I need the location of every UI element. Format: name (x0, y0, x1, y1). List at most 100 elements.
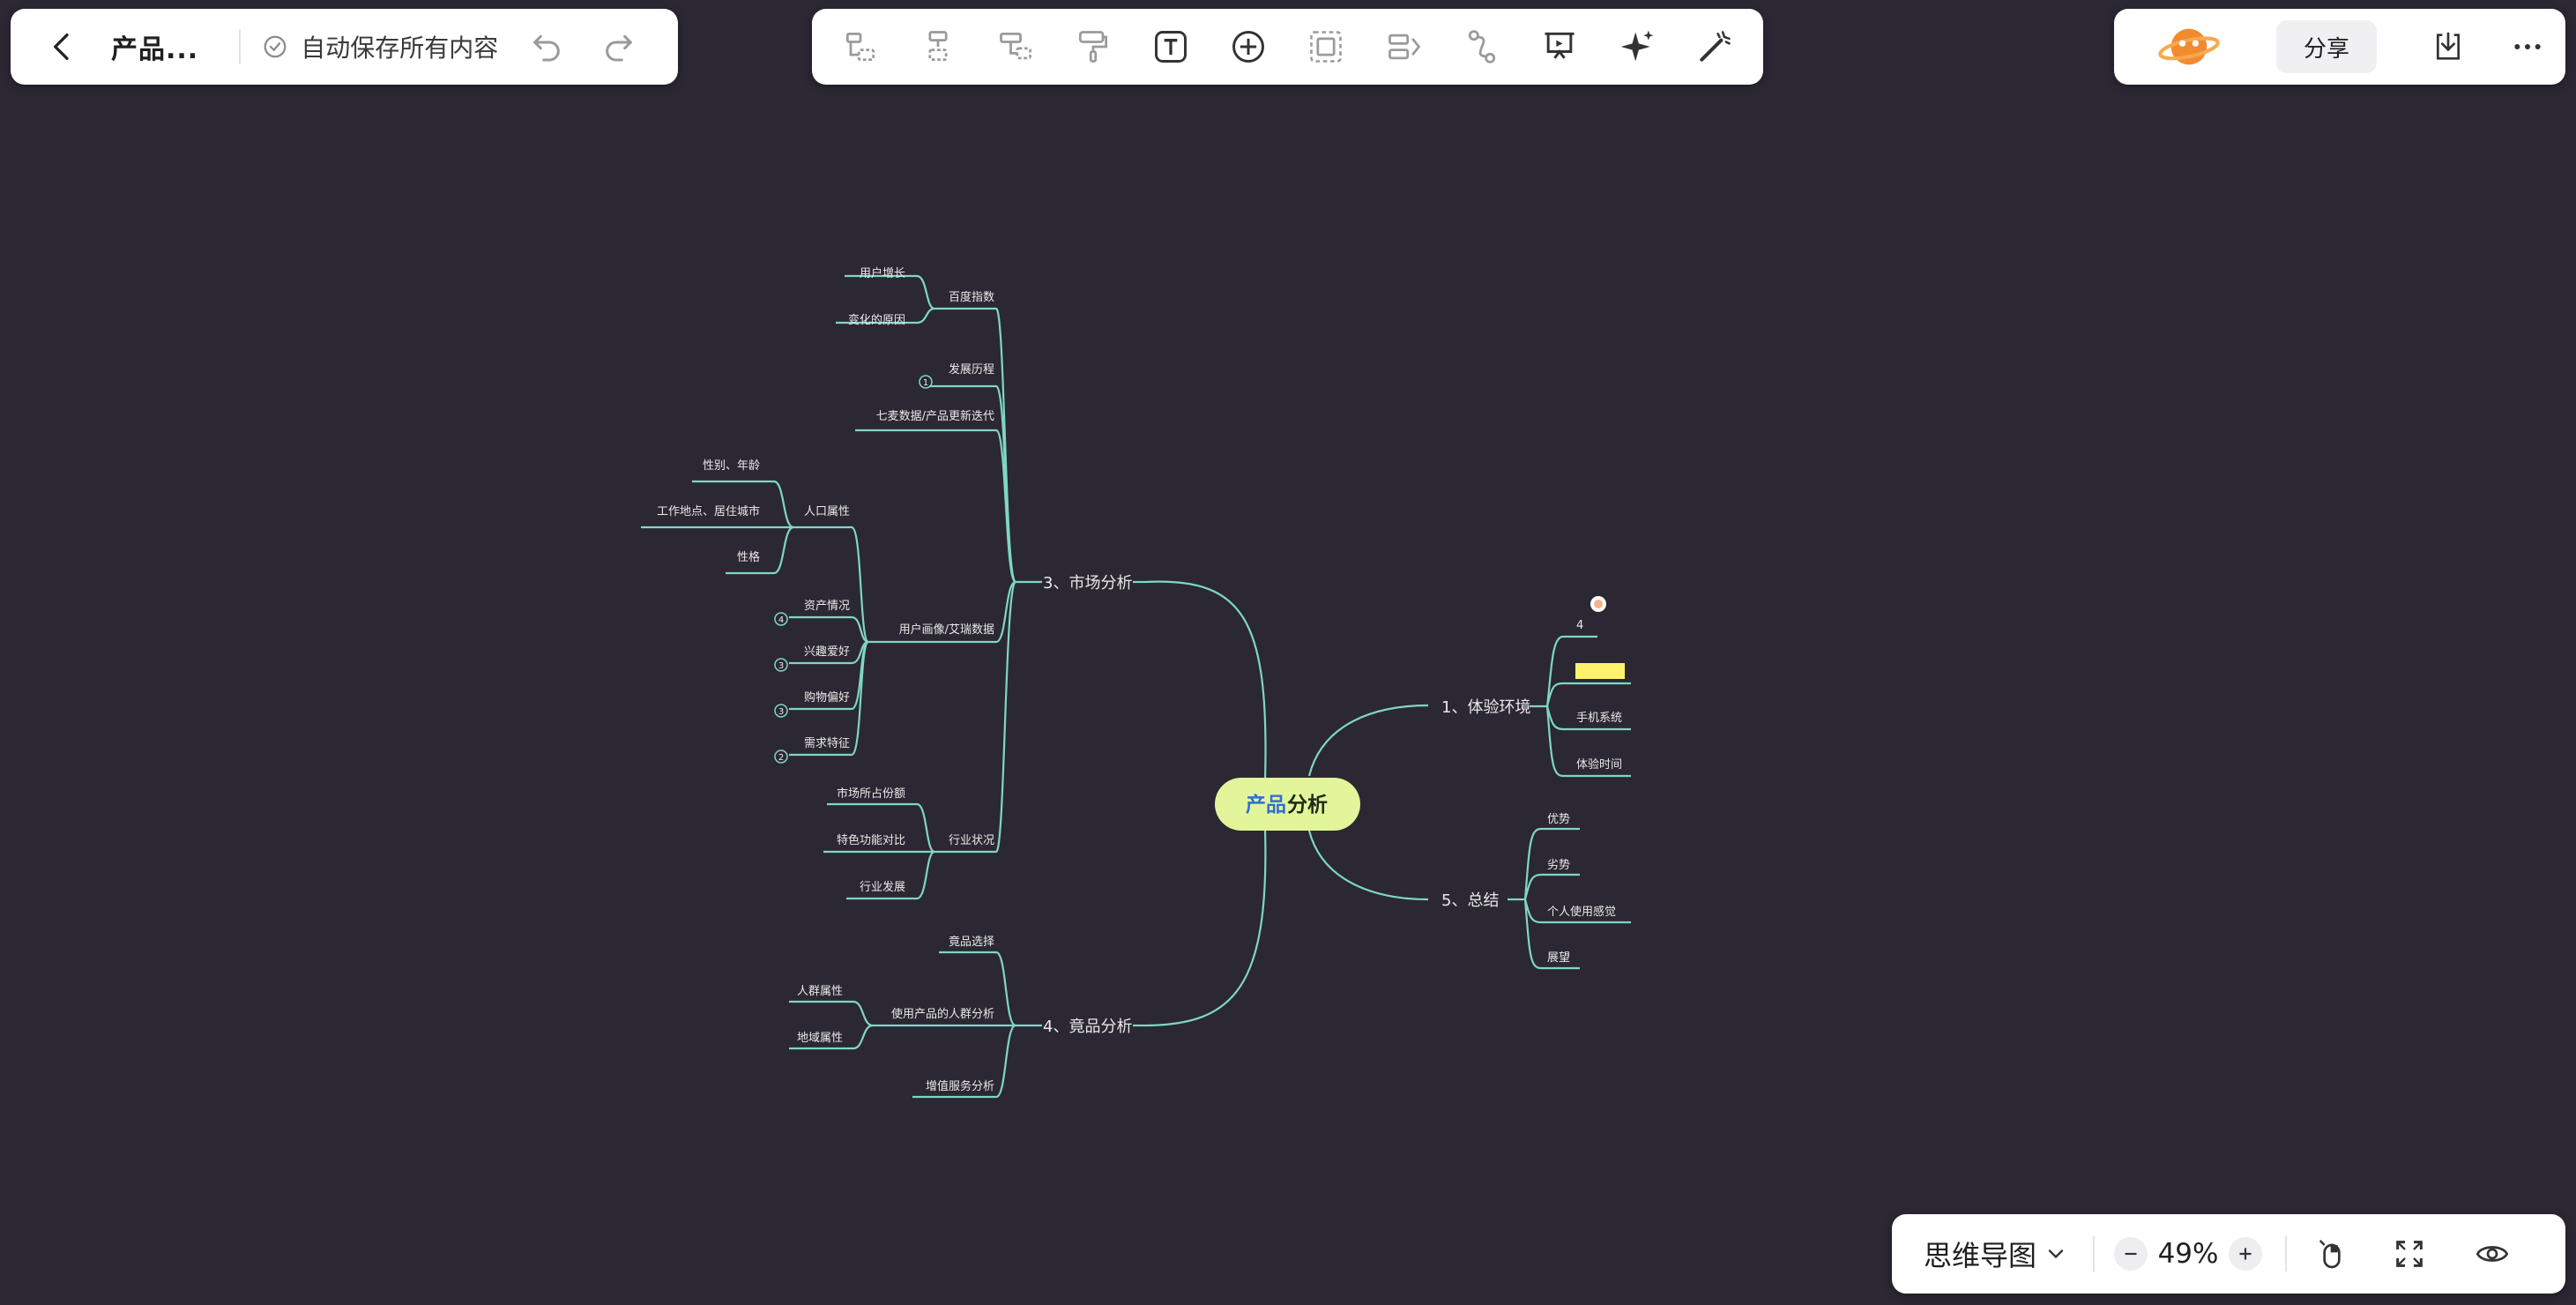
format-painter-icon (1079, 31, 1108, 63)
b3-pop-location[interactable]: 工作地点、居住城市 (657, 504, 760, 518)
insert-child-icon (928, 31, 948, 62)
b3-baidu-reason[interactable]: 变化的原因 (848, 313, 905, 327)
b3-industry[interactable]: 行业状况 (949, 834, 994, 847)
b5-child-outlook[interactable]: 展望 (1547, 951, 1570, 965)
view-controls: 思维导图 49% (1892, 1214, 2565, 1294)
redo-button[interactable] (597, 25, 641, 69)
connector-button[interactable] (1460, 25, 1504, 69)
app-logo[interactable] (2156, 14, 2222, 79)
b3-needs[interactable]: 需求特征 (804, 737, 850, 750)
magic-wand-icon (1700, 31, 1731, 62)
badge-interests: 3 (778, 661, 784, 671)
root-node[interactable]: 产品 分析 (1215, 778, 1360, 831)
comment-icon[interactable] (1590, 596, 1606, 612)
chevron-left-icon (54, 34, 69, 61)
badge-assets: 4 (778, 615, 784, 625)
divider (2093, 1236, 2096, 1271)
ai-button[interactable] (1615, 25, 1659, 69)
b3-population[interactable]: 人口属性 (804, 505, 850, 518)
b3-assets[interactable]: 资产情况 (804, 600, 850, 613)
badge-shopping: 3 (778, 707, 784, 717)
branch-5[interactable]: 5、总结 (1441, 891, 1499, 910)
text-icon (1155, 31, 1187, 63)
branch-4[interactable]: 4、竟品分析 (1043, 1018, 1132, 1036)
more-horizontal-icon (2514, 44, 2541, 49)
summary-button[interactable] (1304, 25, 1348, 69)
insert-sibling-button[interactable] (838, 25, 882, 69)
preview-button[interactable] (2470, 1232, 2514, 1276)
b1-child-highlighted[interactable] (1575, 663, 1625, 679)
zoom-in-button[interactable] (2229, 1237, 2263, 1271)
download-icon (2437, 32, 2460, 60)
ai-sparkle-icon (1620, 30, 1654, 62)
add-icon (1232, 31, 1265, 63)
b1-child-4[interactable]: 4 (1576, 619, 1583, 632)
b3-persona[interactable]: 用户画像/艾瑞数据 (899, 623, 994, 637)
badge-history: 1 (923, 378, 928, 388)
b1-child-time[interactable]: 体验时间 (1576, 757, 1622, 772)
chevron-down-icon (2048, 1249, 2064, 1259)
b3-interests[interactable]: 兴趣爱好 (804, 645, 850, 659)
magic-wand-button[interactable] (1693, 25, 1737, 69)
download-button[interactable] (2426, 25, 2470, 69)
connector-icon (1468, 30, 1495, 63)
editing-toolbar (812, 9, 1763, 85)
b3-industry-features[interactable]: 特色功能对比 (837, 833, 905, 847)
b3-industry-dev[interactable]: 行业发展 (860, 880, 905, 894)
top-right-actions: 分享 (2114, 9, 2565, 85)
minus-icon (2125, 1252, 2137, 1256)
b1-child-os[interactable]: 手机系统 (1576, 712, 1622, 725)
planet-logo-icon (2158, 28, 2220, 65)
b4-value-added[interactable]: 增值服务分析 (926, 1079, 994, 1093)
mindmap-connectors (641, 274, 1631, 1099)
add-button[interactable] (1226, 25, 1270, 69)
b3-baidu-user-growth[interactable]: 用户增长 (860, 266, 905, 280)
view-mode-label: 思维导图 (1924, 1239, 2037, 1272)
summary-icon (1310, 31, 1343, 63)
outline-relation-icon (1388, 34, 1420, 60)
b4-users-attr[interactable]: 人群属性 (797, 985, 843, 998)
fullscreen-icon (2396, 1241, 2423, 1267)
zoom-level: 49% (2157, 1238, 2219, 1270)
undo-button[interactable] (525, 25, 569, 69)
view-mode-select[interactable]: 思维导图 (1924, 1234, 2068, 1274)
check-circle-icon (264, 35, 287, 58)
mindmap-canvas[interactable]: 1 4 3 3 2 产品 分析 1、体验环境 5、总结 3、市场分析 4、竟品分… (0, 0, 2576, 1305)
insert-parent-button[interactable] (994, 25, 1038, 69)
b3-pop-personality[interactable]: 性格 (737, 550, 760, 564)
b5-child-strength[interactable]: 优势 (1547, 812, 1570, 826)
text-button[interactable] (1149, 25, 1193, 69)
more-button[interactable] (2505, 25, 2550, 69)
presentation-button[interactable] (1537, 25, 1582, 69)
b4-select[interactable]: 竟品选择 (949, 936, 994, 949)
format-painter-button[interactable] (1071, 25, 1115, 69)
b5-child-weakness[interactable]: 劣势 (1547, 858, 1570, 872)
mouse-mode-button[interactable] (2310, 1232, 2354, 1276)
b5-child-feeling[interactable]: 个人使用感觉 (1547, 905, 1616, 919)
save-status: 自动保存所有内容 (262, 29, 498, 64)
b4-users[interactable]: 使用产品的人群分析 (891, 1007, 994, 1021)
document-title[interactable]: 产品... (111, 27, 198, 66)
b3-industry-share[interactable]: 市场所占份额 (837, 787, 905, 801)
b3-history[interactable]: 发展历程 (949, 362, 994, 377)
zoom-out-button[interactable] (2114, 1237, 2148, 1271)
root-title-part2: 分析 (1287, 794, 1328, 817)
branch-1[interactable]: 1、体验环境 (1441, 698, 1530, 717)
b3-pop-gender-age[interactable]: 性别、年龄 (703, 459, 760, 473)
b4-users-region[interactable]: 地域属性 (797, 1032, 843, 1045)
insert-sibling-icon (845, 32, 875, 62)
insert-parent-icon (1000, 32, 1032, 60)
priority-badges (774, 375, 933, 764)
b3-baidu[interactable]: 百度指数 (949, 290, 994, 304)
outline-relation-button[interactable] (1382, 25, 1426, 69)
mouse-icon (2319, 1240, 2341, 1269)
undo-icon (533, 34, 561, 62)
header-divider (239, 29, 242, 64)
back-button[interactable] (41, 25, 85, 69)
fit-screen-button[interactable] (2387, 1232, 2431, 1276)
insert-child-button[interactable] (916, 25, 960, 69)
b3-shopping[interactable]: 购物偏好 (804, 690, 850, 705)
branch-3[interactable]: 3、市场分析 (1043, 574, 1132, 593)
b3-qimai[interactable]: 七麦数据/产品更新迭代 (876, 409, 994, 423)
share-button[interactable]: 分享 (2276, 20, 2377, 73)
